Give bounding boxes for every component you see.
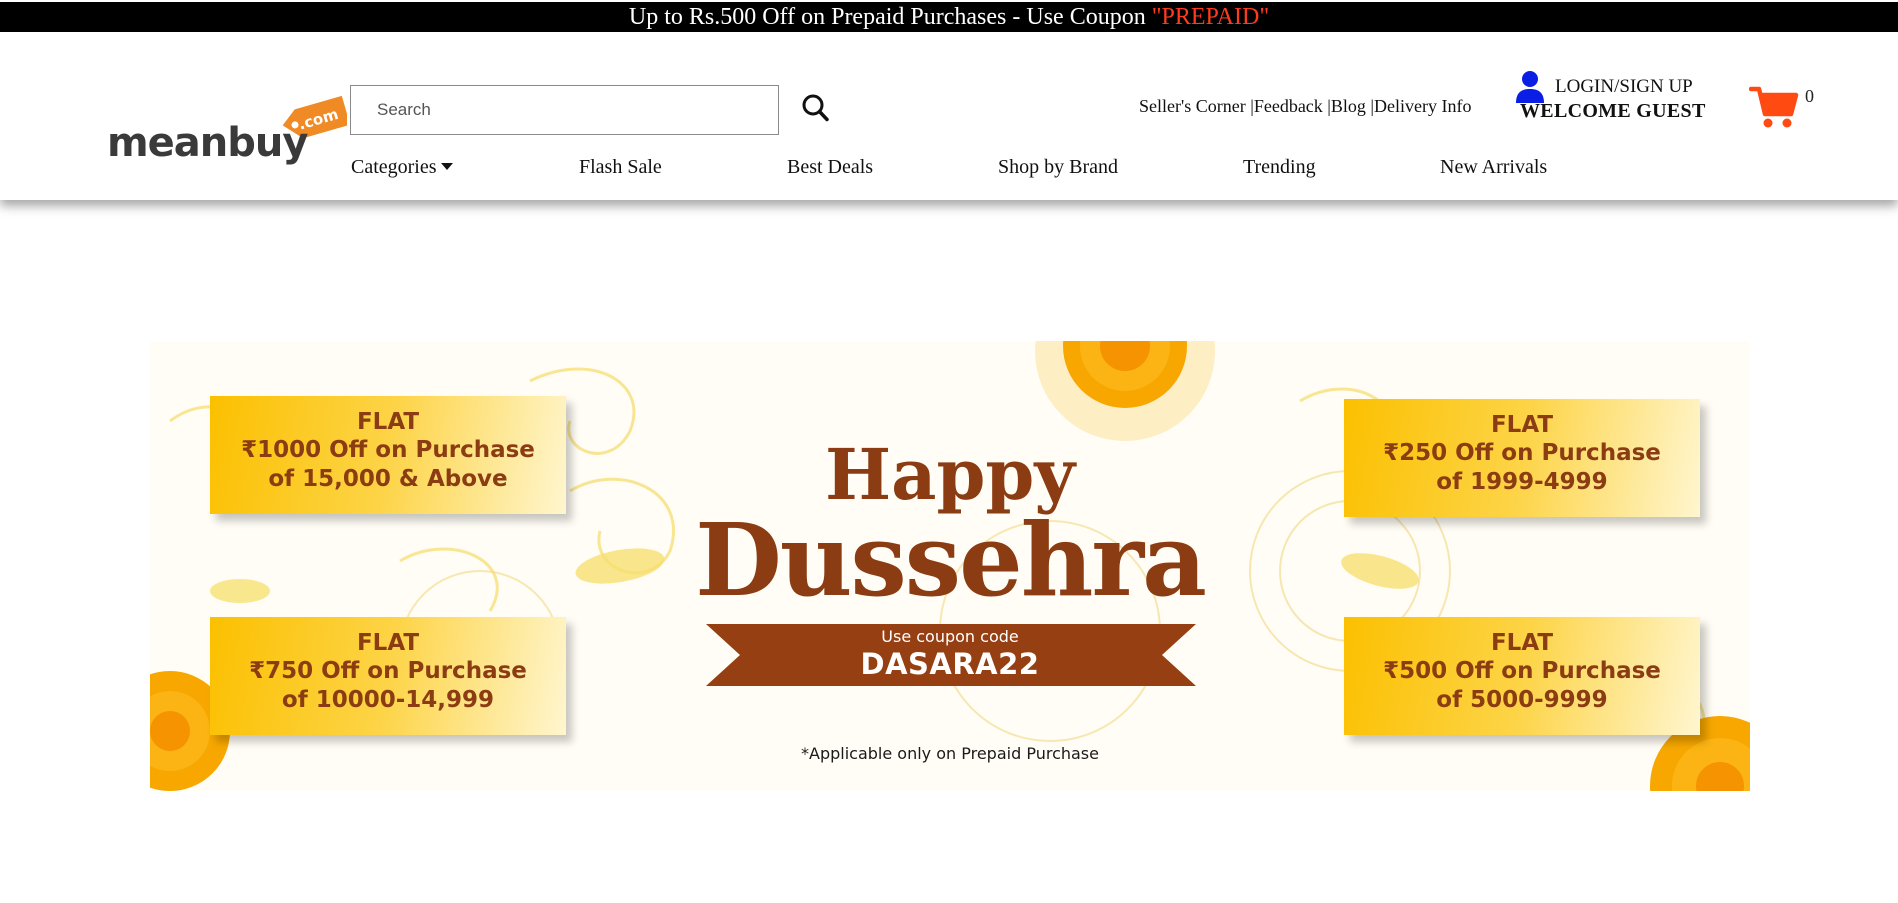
- user-icon[interactable]: [1515, 70, 1545, 104]
- banner-dussehra-text: Dussehra: [695, 501, 1207, 619]
- offer-line: of 10000-14,999: [281, 687, 495, 713]
- feedback-link[interactable]: Feedback |: [1254, 96, 1331, 116]
- caret-down-icon: [440, 163, 453, 171]
- login-signup-link[interactable]: LOGIN/SIGN UP: [1555, 76, 1693, 98]
- nav-new-arrivals[interactable]: New Arrivals: [1440, 156, 1547, 179]
- search-input[interactable]: [350, 85, 779, 135]
- cart-icon[interactable]: [1748, 84, 1799, 130]
- dussehra-banner[interactable]: FLAT ₹1000 Off on Purchase of 15,000 & A…: [150, 341, 1750, 791]
- nav-flash-sale[interactable]: Flash Sale: [579, 156, 662, 179]
- coupon-code-text: DASARA22: [860, 647, 1040, 681]
- offer-line: of 5000-9999: [1436, 687, 1608, 713]
- search-icon[interactable]: [800, 92, 832, 126]
- nav-categories[interactable]: Categories: [351, 156, 453, 179]
- main-nav: Categories Flash Sale Best Deals Shop by…: [0, 156, 1898, 186]
- promo-bar: Up to Rs.500 Off on Prepaid Purchases - …: [0, 2, 1898, 32]
- blog-link[interactable]: Blog |: [1331, 96, 1374, 116]
- site-header: .com meanbuy Seller's Corner |Feedback |…: [0, 32, 1898, 200]
- sellers-corner-link[interactable]: Seller's Corner |: [1139, 96, 1254, 116]
- coupon-intro-text: Use coupon code: [881, 627, 1019, 646]
- nav-best-deals[interactable]: Best Deals: [787, 156, 873, 179]
- cart-count: 0: [1805, 86, 1814, 106]
- welcome-guest-text: WELCOME GUEST: [1520, 100, 1706, 122]
- delivery-info-link[interactable]: Delivery Info: [1374, 96, 1471, 116]
- nav-shop-by-brand[interactable]: Shop by Brand: [998, 156, 1118, 179]
- applicable-note: *Applicable only on Prepaid Purchase: [801, 744, 1099, 763]
- nav-categories-label: Categories: [351, 156, 437, 178]
- promo-coupon-code: "PREPAID": [1151, 4, 1270, 30]
- account-area: LOGIN/SIGN UP WELCOME GUEST: [1515, 70, 1715, 130]
- offer-flat-label: FLAT: [356, 409, 420, 435]
- promo-text: Up to Rs.500 Off on Prepaid Purchases - …: [628, 4, 1152, 30]
- top-links: Seller's Corner |Feedback |Blog |Deliver…: [1139, 96, 1472, 117]
- nav-trending[interactable]: Trending: [1243, 156, 1316, 179]
